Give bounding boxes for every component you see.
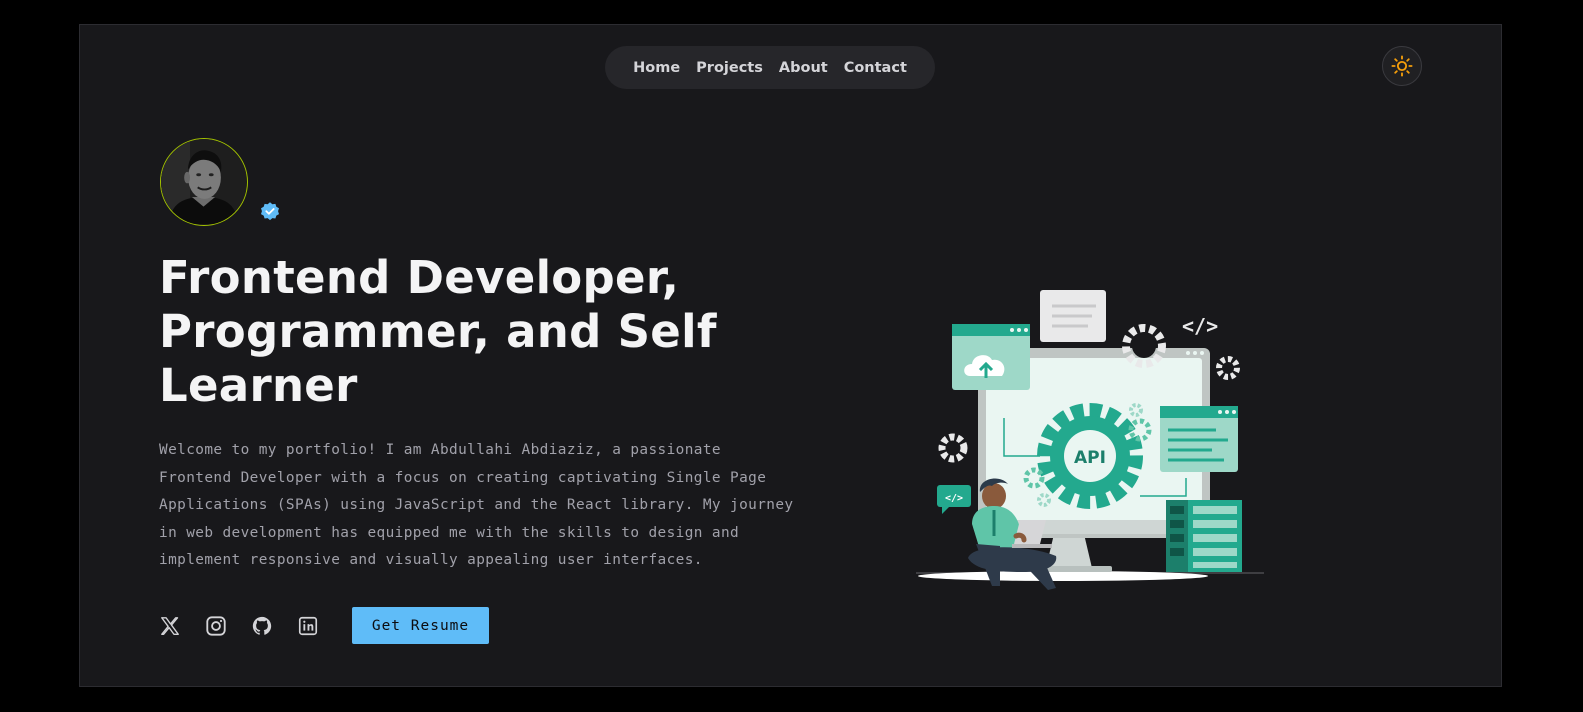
code-tag-small: </> xyxy=(945,493,963,504)
nav-contact[interactable]: Contact xyxy=(844,60,907,76)
api-label: API xyxy=(1074,448,1106,468)
social-links xyxy=(159,613,319,639)
github-link[interactable] xyxy=(251,615,273,637)
hero-headline: Frontend Developer, Programmer, and Self… xyxy=(159,251,717,412)
nav-home[interactable]: Home xyxy=(633,60,680,76)
avatar xyxy=(160,138,248,226)
developer-api-illustration: </> API </> xyxy=(916,290,1264,590)
nav-about[interactable]: About xyxy=(779,60,828,76)
x-twitter-link[interactable] xyxy=(159,615,181,637)
x-twitter-icon xyxy=(161,617,179,635)
instagram-icon xyxy=(206,616,226,636)
get-resume-button[interactable]: Get Resume xyxy=(352,607,489,644)
hero-intro: Welcome to my portfolio! I am Abdullahi … xyxy=(159,442,794,569)
github-icon xyxy=(252,616,272,635)
nav-projects[interactable]: Projects xyxy=(696,60,763,76)
profile-photo xyxy=(161,139,246,224)
instagram-link[interactable] xyxy=(205,615,227,637)
top-nav: Home Projects About Contact xyxy=(605,46,935,89)
theme-toggle-button[interactable] xyxy=(1382,46,1422,86)
sun-icon xyxy=(1391,55,1413,77)
verified-badge-icon xyxy=(261,202,279,221)
page-frame: Home Projects About Contact Frontend Dev… xyxy=(79,24,1502,687)
code-tag-large: </> xyxy=(1182,314,1218,338)
linkedin-link[interactable] xyxy=(297,615,319,637)
linkedin-icon xyxy=(298,616,318,636)
